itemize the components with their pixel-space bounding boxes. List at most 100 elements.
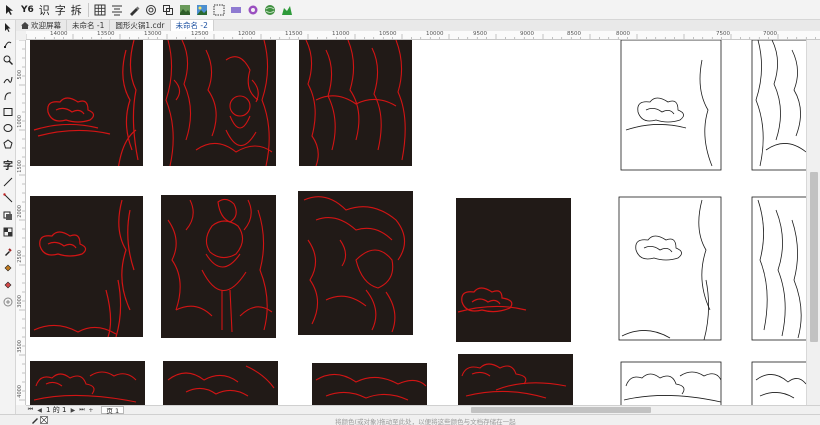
color-bar-icon[interactable]	[228, 1, 244, 19]
smart-fill-tool-icon[interactable]	[2, 278, 14, 290]
artwork-tile[interactable]	[30, 196, 143, 337]
tab-untitled-2[interactable]: 未命名 -2	[170, 20, 214, 31]
shape-tool-icon[interactable]	[2, 38, 14, 50]
ruler-label: 500	[17, 70, 23, 80]
drawing-canvas[interactable]	[26, 40, 806, 405]
tab-hotpot-file[interactable]: 圆形火锅1.cdr	[110, 20, 171, 31]
artwork-tile[interactable]	[163, 40, 276, 166]
pick-tool-icon[interactable]	[2, 1, 18, 19]
fill-tool-icon[interactable]	[2, 262, 14, 274]
ruler-label: 4000	[17, 385, 23, 398]
connector-tool-icon[interactable]	[2, 192, 14, 204]
ruler-label: 13000	[144, 31, 162, 37]
artwork-tile[interactable]	[312, 363, 427, 405]
tab-label: 欢迎屏幕	[31, 21, 61, 30]
status-bar: 将颜色(或对象)拖动至此处，以便将这些颜色与文档存储在一起	[0, 414, 820, 425]
outline-tile[interactable]	[751, 196, 806, 341]
split-button[interactable]: 拆	[69, 1, 84, 19]
tab-welcome[interactable]: 欢迎屏幕	[16, 20, 67, 31]
tab-untitled-1[interactable]: 未命名 -1	[67, 20, 111, 31]
image-icon[interactable]	[194, 1, 210, 19]
artwork-tile[interactable]	[299, 40, 412, 166]
freehand-tool-icon[interactable]	[2, 74, 14, 86]
weld-icon[interactable]	[160, 1, 176, 19]
ruler-label: 3000	[17, 295, 23, 308]
ruler-label: 12500	[191, 31, 209, 37]
outline-tile[interactable]	[618, 196, 722, 341]
ruler-label: 1500	[17, 160, 23, 173]
pick-tool-icon[interactable]	[2, 22, 14, 34]
last-page-button[interactable]: ⏭	[77, 406, 86, 414]
ruler-label: 12000	[238, 31, 256, 37]
ruler-label: 7500	[716, 31, 730, 37]
scrollbar-thumb[interactable]	[810, 172, 818, 342]
ruler-label: 9500	[473, 31, 487, 37]
pen-icon[interactable]	[126, 1, 142, 19]
ruler-label: 11500	[285, 31, 303, 37]
text-tool-icon[interactable]: 字	[2, 158, 14, 172]
horizontal-scrollbar-thumb[interactable]	[471, 407, 651, 413]
add-tool-icon[interactable]	[2, 296, 14, 308]
artwork-layer[interactable]	[26, 40, 806, 405]
page-navigator: ⏮ ◀ 1 的 1 ▶ ⏭ + 页 1	[26, 405, 820, 415]
next-page-button[interactable]: ▶	[68, 406, 77, 414]
ruler-label: 10500	[379, 31, 397, 37]
transparency-tool-icon[interactable]	[2, 226, 14, 238]
tab-label: 未命名 -2	[175, 21, 208, 30]
artwork-tile[interactable]	[30, 40, 143, 170]
vertical-scrollbar[interactable]	[806, 40, 820, 405]
recognize-button[interactable]: 识	[37, 1, 52, 19]
artwork-tile[interactable]	[163, 361, 278, 405]
polygon-tool-icon[interactable]	[2, 138, 14, 150]
status-message: 将颜色(或对象)拖动至此处，以便将这些颜色与文档存储在一起	[335, 418, 516, 425]
document-tabs: 欢迎屏幕 未命名 -1 圆形火锅1.cdr 未命名 -2	[16, 20, 820, 31]
globe-icon[interactable]	[262, 1, 278, 19]
align-icon[interactable]	[109, 1, 125, 19]
first-page-button[interactable]: ⏮	[26, 406, 35, 414]
ruler-label: 2500	[17, 250, 23, 263]
blend-icon[interactable]	[245, 1, 261, 19]
ruler-label: 13500	[97, 31, 115, 37]
ruler-label: 10000	[426, 31, 444, 37]
outline-tile[interactable]	[751, 361, 806, 405]
artwork-tile[interactable]	[458, 354, 573, 405]
horizontal-ruler[interactable]: 14000 13500 13000 12500 12000 11500 1100…	[26, 31, 820, 40]
prev-page-button[interactable]: ◀	[35, 406, 44, 414]
page-tab[interactable]: 页 1	[101, 406, 125, 415]
fill-indicator-icon[interactable]	[30, 416, 39, 424]
zoom-tool-icon[interactable]	[2, 54, 14, 66]
bitmap-icon[interactable]	[177, 1, 193, 19]
ruler-label: 3500	[17, 340, 23, 353]
artwork-tile[interactable]	[161, 195, 276, 338]
artwork-tile[interactable]	[456, 198, 571, 342]
grid-icon[interactable]	[92, 1, 108, 19]
ai-tool-button[interactable]: Y6	[19, 1, 36, 19]
rectangle-tool-icon[interactable]	[2, 106, 14, 118]
toolbar-separator	[87, 2, 89, 17]
toolbox: 字	[0, 20, 16, 415]
outline-tile[interactable]	[751, 40, 806, 171]
corel-draw-window: Y6 识 字 拆 欢迎屏幕 未命名 -1 圆形火锅1.cdr 未命名 -2 字 …	[0, 0, 820, 425]
shadow-tool-icon[interactable]	[2, 210, 14, 222]
eyedropper-tool-icon[interactable]	[2, 246, 14, 258]
current-page: 1	[46, 406, 51, 414]
artwork-tile[interactable]	[30, 361, 145, 405]
property-toolbar: Y6 识 字 拆	[0, 0, 820, 20]
dash-grid-icon[interactable]	[211, 1, 227, 19]
tab-label: 未命名 -1	[72, 21, 105, 30]
line-tool-icon[interactable]	[2, 176, 14, 188]
curve-tool-icon[interactable]	[2, 90, 14, 102]
contour-icon[interactable]	[143, 1, 159, 19]
home-icon	[21, 22, 29, 29]
text-button[interactable]: 字	[53, 1, 68, 19]
vertical-ruler[interactable]: 500 1000 1500 2000 2500 3000 3500 4000	[16, 40, 26, 405]
outline-tile[interactable]	[620, 361, 722, 405]
add-page-button[interactable]: +	[86, 406, 95, 414]
artwork-tile[interactable]	[298, 191, 413, 335]
ellipse-tool-icon[interactable]	[2, 122, 14, 134]
outline-tile[interactable]	[620, 40, 722, 171]
plugin-icon[interactable]	[279, 1, 295, 19]
ruler-label: 2000	[17, 205, 23, 218]
page-of-label: 的	[52, 406, 60, 414]
no-color-icon[interactable]	[39, 416, 48, 424]
